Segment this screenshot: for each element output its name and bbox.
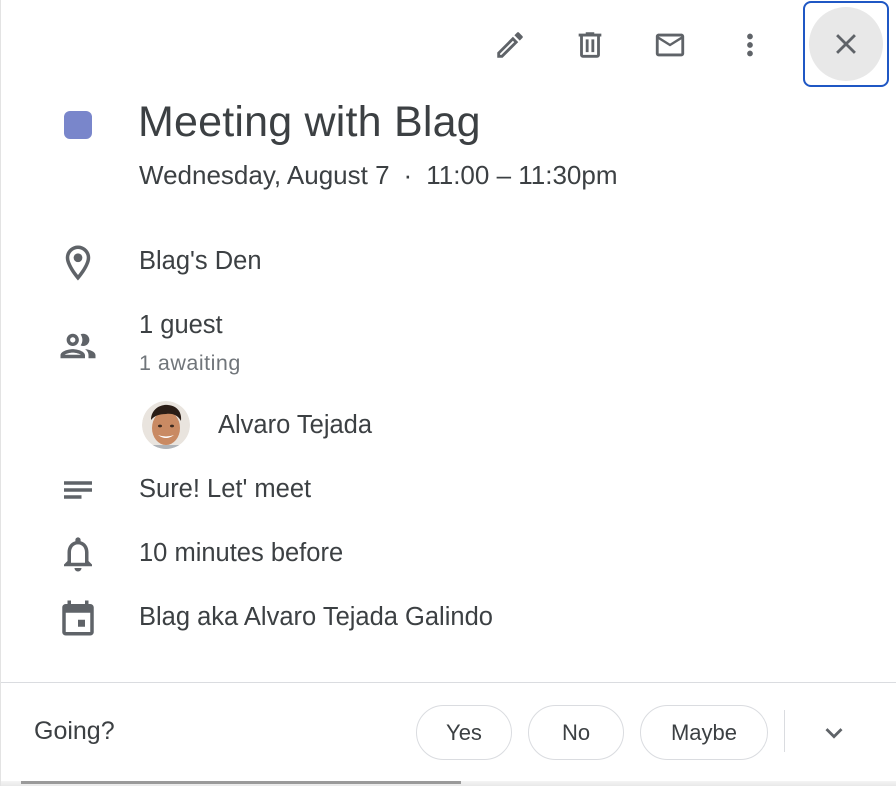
rsvp-no-button[interactable]: No [528, 705, 624, 760]
toolbar [1, 0, 896, 90]
reminder-text: 10 minutes before [139, 539, 344, 567]
guest-count: 1 guest [139, 311, 223, 339]
notes-icon [57, 469, 99, 511]
more-options-button[interactable] [726, 21, 774, 69]
avatar [142, 401, 190, 449]
location-pin-icon [57, 242, 99, 284]
rsvp-label: Going? [34, 717, 115, 745]
close-icon [836, 34, 856, 54]
description-text: Sure! Let' meet [139, 475, 312, 503]
guest-name[interactable]: Alvaro Tejada [218, 411, 372, 440]
close-button[interactable] [803, 1, 889, 87]
location-text: Blag's Den [139, 247, 262, 275]
calendar-owner-text: Blag aka Alvaro Tejada Galindo [139, 603, 493, 631]
more-vert-icon [747, 33, 753, 57]
envelope-icon [655, 33, 685, 57]
bell-icon [57, 533, 99, 575]
chevron-down-icon [825, 728, 843, 739]
window-edge-segment [21, 781, 461, 784]
rsvp-separator [784, 710, 785, 752]
close-button-circle[interactable] [809, 7, 883, 81]
event-details-card: Meeting with Blag Wednesday, August 7 · 11… [0, 0, 896, 786]
event-date: Wednesday, August 7 [139, 160, 390, 190]
people-icon [57, 325, 99, 367]
event-title: Meeting with Blag [138, 98, 481, 146]
datetime-separator: · [403, 160, 413, 190]
rsvp-maybe-button[interactable]: Maybe [640, 705, 768, 760]
rsvp-yes-button[interactable]: Yes [416, 705, 512, 760]
pencil-icon [497, 32, 523, 58]
delete-button[interactable] [566, 21, 614, 69]
event-time: 11:00 – 11:30pm [426, 160, 618, 190]
email-guests-button[interactable] [646, 21, 694, 69]
rsvp-expand-button[interactable] [813, 712, 855, 754]
event-color-chip [64, 111, 92, 139]
guest-status: 1 awaiting [139, 351, 241, 375]
calendar-icon [57, 597, 99, 639]
window-bottom-edge [1, 781, 896, 786]
trash-icon [578, 32, 602, 58]
event-datetime: Wednesday, August 7 · 11:00 – 11:30pm [139, 160, 618, 191]
edit-button[interactable] [486, 21, 534, 69]
footer-divider [1, 682, 896, 683]
